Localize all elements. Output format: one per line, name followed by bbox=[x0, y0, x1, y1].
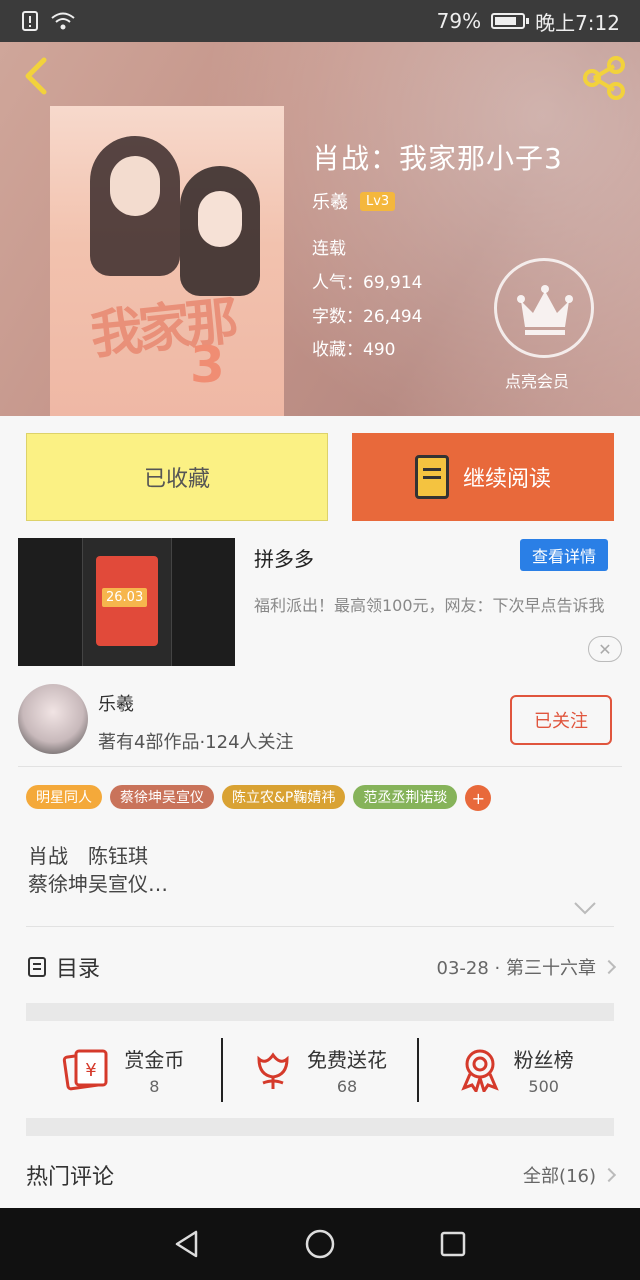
square-recents-icon bbox=[441, 1231, 466, 1257]
ad-title[interactable]: 拼多多 bbox=[254, 543, 314, 572]
wifi-icon bbox=[51, 12, 75, 30]
stat-label: 粉丝榜 bbox=[513, 1048, 574, 1072]
tag[interactable]: 陈立农&P鞠婧祎 bbox=[222, 785, 346, 809]
alert-icon bbox=[22, 11, 38, 31]
nav-back-button[interactable] bbox=[167, 1224, 207, 1264]
ad-amount: 26.03 bbox=[102, 588, 148, 607]
clock: 晚上7:12 bbox=[535, 10, 620, 35]
description-line-1: 肖战 陈钰琪 bbox=[28, 844, 148, 868]
free-flower-text: 免费送花 68 bbox=[307, 1044, 387, 1096]
circle-home-icon bbox=[305, 1229, 335, 1259]
share-icon[interactable] bbox=[580, 54, 628, 102]
status-right: 79% 晚上7:12 bbox=[437, 7, 620, 36]
book-icon bbox=[414, 455, 449, 499]
author-section-name[interactable]: 乐羲 bbox=[98, 690, 134, 716]
catalog-icon bbox=[28, 957, 46, 977]
crown-icon bbox=[517, 285, 573, 335]
stat-value: 68 bbox=[336, 1077, 358, 1096]
status-left bbox=[20, 11, 76, 31]
tag[interactable]: 蔡徐坤吴宣仪 bbox=[110, 785, 214, 809]
stat-label: 赏金币 bbox=[124, 1048, 185, 1072]
medal-icon bbox=[460, 1049, 499, 1092]
ad-close-button[interactable]: ✕ bbox=[588, 636, 622, 662]
triangle-back-icon bbox=[175, 1230, 197, 1258]
reward-coins-button[interactable]: ¥ 赏金币 8 bbox=[26, 1038, 221, 1102]
ad-image[interactable]: 26.03 bbox=[18, 538, 235, 666]
follow-button[interactable]: 已关注 bbox=[510, 695, 612, 745]
stat-value: 8 bbox=[149, 1077, 160, 1096]
cover-artwork-number: 3 bbox=[190, 336, 225, 394]
battery-percent: 79% bbox=[436, 9, 482, 33]
author-row: 乐羲 Lv3 bbox=[312, 188, 396, 214]
cover-face-male bbox=[110, 156, 160, 216]
svg-text:¥: ¥ bbox=[86, 1060, 97, 1081]
favorited-button[interactable]: 已收藏 bbox=[26, 433, 328, 521]
section-separator bbox=[26, 1118, 614, 1136]
chevron-down-icon[interactable] bbox=[572, 898, 598, 918]
chevron-right-icon bbox=[601, 959, 617, 975]
system-nav-bar bbox=[0, 1208, 640, 1280]
word-count: 字数：26,494 bbox=[312, 307, 423, 327]
ad-description[interactable]: 福利派出！最高领100元，网友：下次早点告诉我 bbox=[254, 592, 614, 620]
nav-recents-button[interactable] bbox=[433, 1224, 473, 1264]
reward-coins-text: 赏金币 8 bbox=[124, 1044, 184, 1096]
serial-status: 连载 bbox=[312, 239, 346, 259]
continue-reading-button[interactable]: 继续阅读 bbox=[352, 433, 614, 521]
catalog-right: 03-28 · 第三十六章 bbox=[436, 954, 617, 980]
book-title: 肖战：我家那小子3 bbox=[312, 142, 563, 175]
chevron-right-icon bbox=[601, 1167, 617, 1183]
catalog-row[interactable]: 目录 03-28 · 第三十六章 bbox=[26, 942, 617, 992]
catalog-label: 目录 bbox=[56, 957, 101, 982]
cover-face-female bbox=[198, 191, 242, 247]
popularity: 人气：69,914 bbox=[312, 273, 423, 293]
ad-detail-button[interactable]: 查看详情 bbox=[520, 539, 608, 571]
stat-label: 免费送花 bbox=[307, 1048, 387, 1072]
all-comments-count: 全部(16) bbox=[523, 1166, 596, 1187]
divider bbox=[18, 766, 622, 767]
stat-value: 500 bbox=[528, 1077, 559, 1096]
nav-home-button[interactable] bbox=[300, 1224, 340, 1264]
comments-right: 全部(16) bbox=[523, 1162, 617, 1188]
divider bbox=[26, 926, 614, 927]
fan-rank-text: 粉丝榜 500 bbox=[514, 1044, 574, 1096]
section-separator bbox=[26, 1003, 614, 1021]
description-line-2: 蔡徐坤吴宣仪… bbox=[28, 872, 168, 896]
hot-comments-row[interactable]: 热门评论 全部(16) bbox=[26, 1150, 617, 1200]
latest-chapter: 03-28 · 第三十六章 bbox=[436, 958, 596, 979]
favorite-count: 收藏：490 bbox=[312, 340, 396, 360]
vip-button[interactable] bbox=[494, 258, 594, 358]
author-avatar[interactable] bbox=[18, 684, 88, 754]
tag-list: 明星同人 蔡徐坤吴宣仪 陈立农&P鞠婧祎 范丞丞荆诺琰 + bbox=[26, 785, 492, 811]
fan-rank-button[interactable]: 粉丝榜 500 bbox=[417, 1038, 614, 1102]
status-bar: 79% 晚上7:12 bbox=[0, 0, 640, 42]
add-tag-button[interactable]: + bbox=[465, 785, 492, 811]
author-stats: 著有4部作品·124人关注 bbox=[98, 732, 294, 753]
level-badge: Lv3 bbox=[360, 191, 396, 211]
back-arrow-icon[interactable] bbox=[18, 56, 58, 96]
battery-fill bbox=[495, 17, 517, 25]
author-name[interactable]: 乐羲 bbox=[312, 188, 348, 214]
stats-row: ¥ 赏金币 8 免费送花 68 粉丝榜 500 bbox=[26, 1038, 614, 1102]
continue-reading-label: 继续阅读 bbox=[462, 467, 551, 492]
free-flower-button[interactable]: 免费送花 68 bbox=[220, 1038, 418, 1102]
hot-comments-title: 热门评论 bbox=[26, 1165, 115, 1190]
tag[interactable]: 明星同人 bbox=[26, 785, 102, 809]
vip-label: 点亮会员 bbox=[505, 372, 570, 391]
book-header: 我家那 3 肖战：我家那小子3 乐羲 Lv3 连载 人气：69,914 字数：2… bbox=[0, 42, 640, 416]
catalog-left: 目录 bbox=[26, 951, 100, 983]
red-envelope-icon: ¥ bbox=[63, 1049, 108, 1091]
tag[interactable]: 范丞丞荆诺琰 bbox=[353, 785, 458, 809]
battery-icon bbox=[491, 13, 530, 29]
book-cover[interactable]: 我家那 3 bbox=[50, 106, 284, 416]
flower-icon bbox=[257, 1052, 289, 1089]
